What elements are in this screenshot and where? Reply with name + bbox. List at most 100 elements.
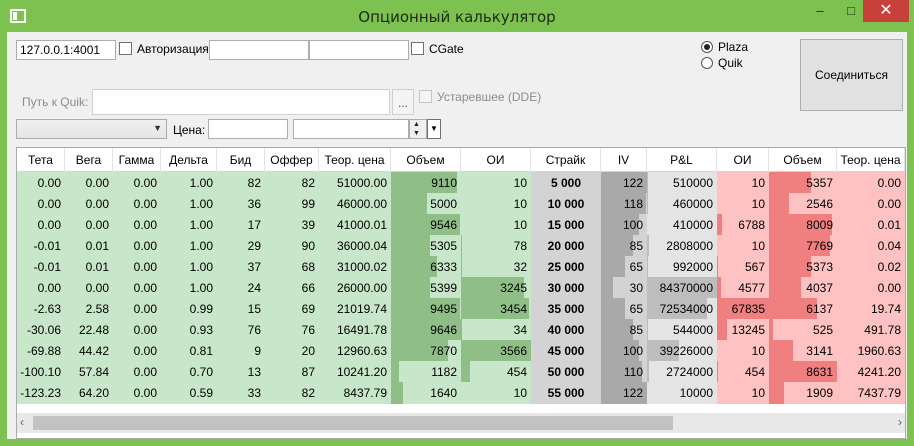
table-row[interactable]: -123.23 64.20 0.00 0.59 33 82 8437.79 1640 10 55 … — [17, 382, 905, 404]
header-put-oi[interactable]: ОИ — [717, 148, 769, 172]
cell-value: 78 — [513, 239, 527, 253]
header-call-volume[interactable]: Объем — [391, 148, 461, 172]
table-cell: 10 — [461, 214, 531, 236]
cell-value: 8009 — [806, 218, 833, 232]
cell-value: 454 — [506, 365, 527, 379]
header-offer[interactable]: Оффер — [265, 148, 319, 172]
table-cell: 85 — [601, 319, 647, 341]
table-cell: 30 — [601, 277, 647, 299]
legacy-dde-checkbox[interactable] — [419, 90, 432, 103]
table-cell: 0.00 — [113, 235, 161, 257]
spin-up-icon[interactable]: ▲ — [413, 121, 420, 129]
table-row[interactable]: 0.00 0.00 0.00 1.00 36 99 46000.00 5000 10 10 000… — [17, 193, 905, 215]
spin-down-icon[interactable]: ▼ — [413, 130, 420, 138]
table-cell: 567 — [717, 256, 769, 278]
table-cell: 46000.00 — [319, 193, 391, 215]
table-row[interactable]: -2.63 2.58 0.00 0.99 15 69 21019.74 9495 3454 35 … — [17, 298, 905, 320]
title-bar[interactable]: Опционный калькулятор – □ ✕ — [0, 0, 914, 32]
cell-fill-bar — [391, 235, 430, 257]
cell-value: 13245 — [731, 323, 765, 337]
cell-value: 2546 — [806, 197, 833, 211]
cell-value: 31000.02 — [336, 260, 387, 274]
cell-value: 0.99 — [189, 302, 213, 316]
table-cell: 3566 — [461, 340, 531, 362]
header-put-volume[interactable]: Объем — [769, 148, 837, 172]
table-cell: 0.00 — [17, 172, 65, 194]
table-cell: 0.00 — [113, 319, 161, 341]
table-cell: 2724000 — [647, 361, 717, 383]
header-put-theor-price[interactable]: Теор. цена — [837, 148, 905, 172]
header-iv[interactable]: IV — [601, 148, 647, 172]
cell-value: -100.10 — [20, 365, 61, 379]
browse-button[interactable]: ... — [392, 89, 414, 115]
header-gamma[interactable]: Гамма — [113, 148, 161, 172]
table-row[interactable]: -0.01 0.01 0.00 1.00 29 90 36000.04 5305 78 20 00… — [17, 235, 905, 257]
table-cell: 13245 — [717, 319, 769, 341]
table-cell: 29 — [217, 235, 265, 257]
client-area: 127.0.0.1:4001 Авторизация CGate Plaza Q… — [7, 32, 907, 439]
table-row[interactable]: 0.00 0.00 0.00 1.00 82 82 51000.00 9110 10 5 000 1… — [17, 172, 905, 194]
chevron-down-icon: ▼ — [153, 123, 162, 133]
scroll-left-icon[interactable]: ‹ — [20, 415, 24, 429]
table-row[interactable]: -30.06 22.48 0.00 0.93 76 76 16491.78 9646 34 40 … — [17, 319, 905, 341]
cell-fill-bar — [647, 193, 648, 215]
header-vega[interactable]: Вега — [65, 148, 113, 172]
date-spinner[interactable]: ▲ ▼ — [409, 119, 427, 139]
table-cell: 3454 — [461, 298, 531, 320]
cell-value: 82 — [247, 176, 261, 190]
address-input[interactable]: 127.0.0.1:4001 — [16, 40, 116, 60]
minimize-button[interactable]: – — [805, 0, 835, 22]
radio-plaza[interactable] — [701, 41, 713, 53]
cell-value: 37 — [247, 260, 261, 274]
horizontal-scrollbar[interactable]: ‹ › — [17, 413, 905, 433]
cell-value: 0.00 — [85, 281, 109, 295]
scroll-right-icon[interactable]: › — [898, 415, 902, 429]
date-input[interactable] — [293, 119, 409, 139]
table-cell: -0.01 — [17, 235, 65, 257]
cell-value: 8631 — [806, 365, 833, 379]
instrument-combobox[interactable]: ▼ — [16, 119, 167, 139]
cell-value: 0.00 — [133, 176, 157, 190]
connect-button[interactable]: Соединиться — [800, 39, 903, 111]
header-strike[interactable]: Страйк — [531, 148, 601, 172]
auth-checkbox[interactable] — [119, 42, 132, 55]
table-row[interactable]: 0.00 0.00 0.00 1.00 24 66 26000.00 5399 3245 30 0… — [17, 277, 905, 299]
table-row[interactable]: 0.00 0.00 0.00 1.00 17 39 41000.01 9546 10 15 000… — [17, 214, 905, 236]
maximize-button[interactable]: □ — [836, 0, 866, 22]
scrollbar-thumb[interactable] — [33, 416, 673, 430]
table-cell: 36 — [217, 193, 265, 215]
table-cell: 12960.63 — [319, 340, 391, 362]
close-button[interactable]: ✕ — [863, 0, 909, 22]
login-input[interactable] — [209, 40, 309, 60]
cell-fill-bar — [391, 277, 430, 299]
table-cell: 110 — [601, 361, 647, 383]
price-input[interactable] — [208, 119, 288, 139]
header-bid[interactable]: Бид — [217, 148, 265, 172]
table-row[interactable]: -100.10 57.84 0.00 0.70 13 87 10241.20 1182 454 5… — [17, 361, 905, 383]
cell-value: 1.00 — [189, 218, 213, 232]
calendar-dropdown-button[interactable]: ▼ — [427, 119, 441, 139]
table-cell: 7870 — [391, 340, 461, 362]
header-call-theor-price[interactable]: Теор. цена — [319, 148, 391, 172]
header-delta[interactable]: Дельта — [161, 148, 217, 172]
cgate-label: CGate — [429, 42, 464, 56]
table-cell: 0.59 — [161, 382, 217, 404]
radio-quik[interactable] — [701, 57, 713, 69]
password-input[interactable] — [309, 40, 409, 60]
options-table[interactable]: Тета Вега Гамма Дельта Бид Оффер Теор. цена Объ… — [16, 147, 906, 439]
cell-value: 69 — [301, 302, 315, 316]
header-call-oi[interactable]: ОИ — [461, 148, 531, 172]
table-row[interactable]: -0.01 0.01 0.00 1.00 37 68 31000.02 6333 32 25 00… — [17, 256, 905, 278]
cell-value: 460000 — [672, 197, 713, 211]
header-theta[interactable]: Тета — [17, 148, 65, 172]
table-row[interactable]: -69.88 44.42 0.00 0.81 9 20 12960.63 7870 3566 45… — [17, 340, 905, 362]
cell-value: 10241.20 — [336, 365, 387, 379]
table-cell: 15 — [217, 298, 265, 320]
table-cell: 9646 — [391, 319, 461, 341]
table-cell: -2.63 — [17, 298, 65, 320]
header-pl[interactable]: P&L — [647, 148, 717, 172]
cell-value: 10 — [513, 386, 527, 400]
cgate-checkbox[interactable] — [411, 42, 424, 55]
cell-value: 0.01 — [85, 239, 109, 253]
quik-path-input[interactable] — [92, 89, 390, 115]
